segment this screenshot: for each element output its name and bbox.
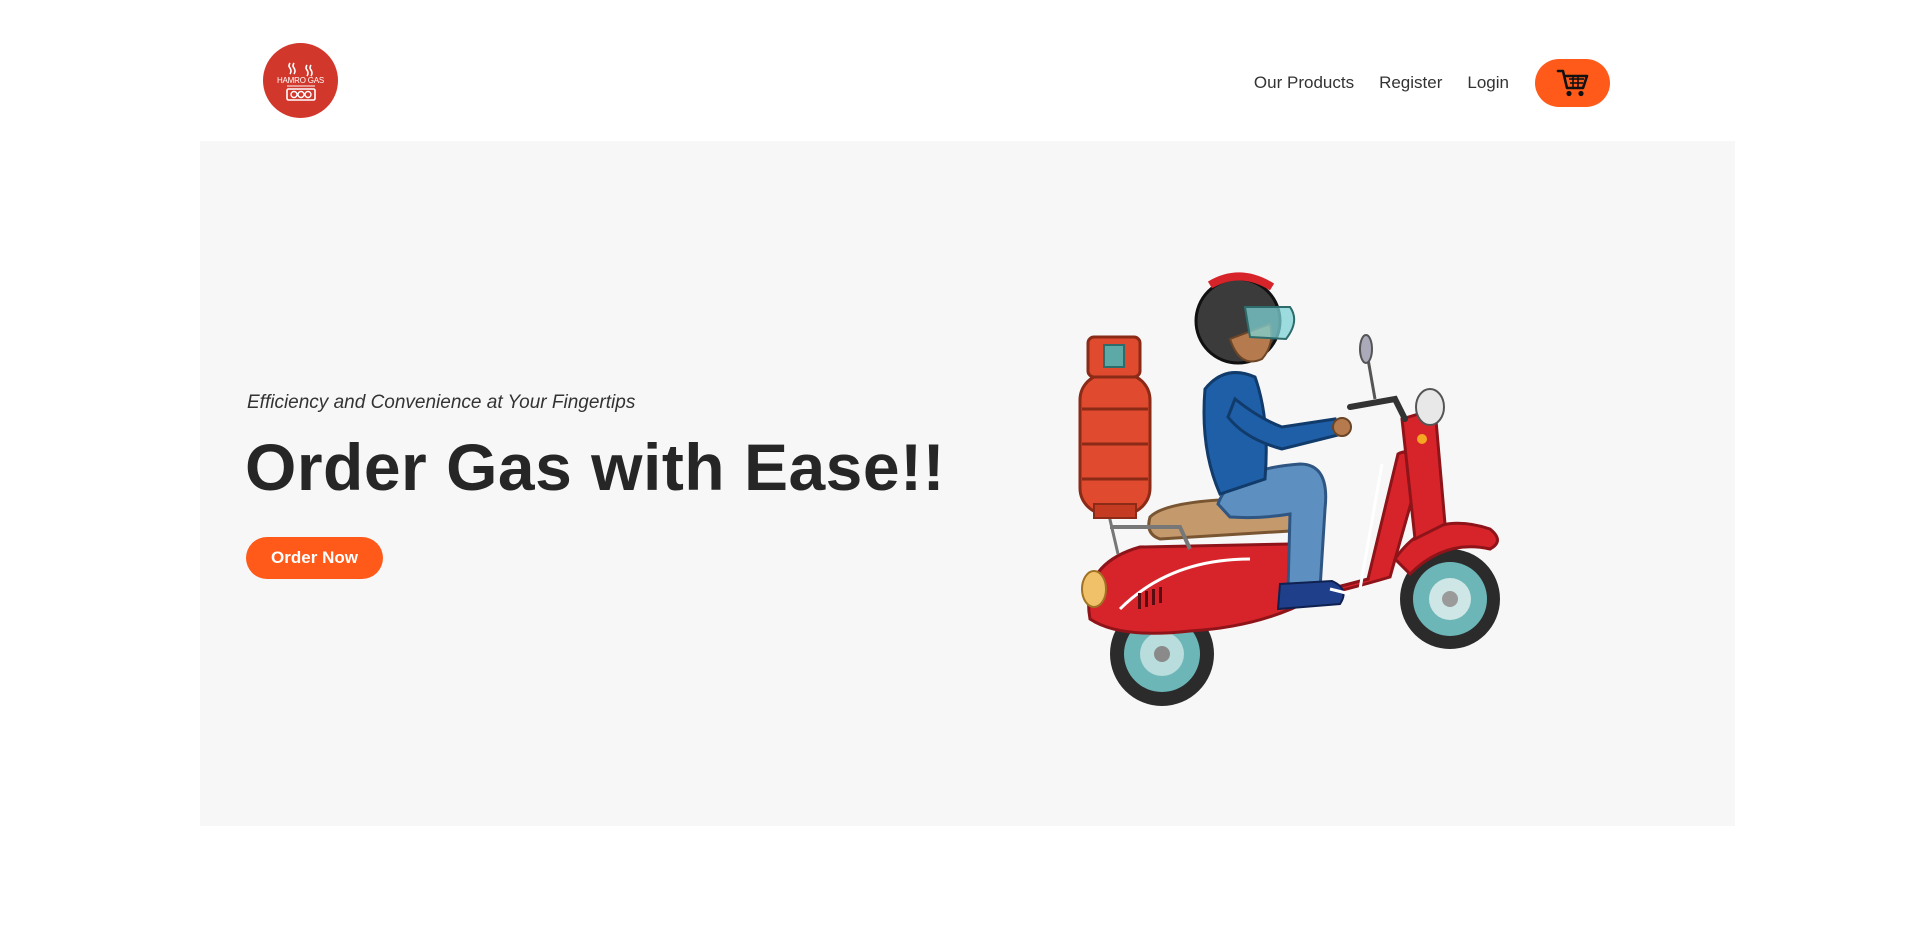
main-nav: Our Products Register Login <box>1229 59 1610 107</box>
hero-tagline: Efficiency and Convenience at Your Finge… <box>247 392 636 413</box>
brand-logo[interactable]: HAMRO GAS <box>263 43 338 118</box>
nav-login-link[interactable]: Login <box>1467 73 1509 93</box>
shopping-cart-icon <box>1556 69 1588 97</box>
nav-register-link[interactable]: Register <box>1379 73 1442 93</box>
delivery-scooter-illustration <box>1078 272 1500 706</box>
site-header: HAMRO GAS Our Products Register Login <box>0 0 1920 140</box>
cart-button[interactable] <box>1535 59 1610 107</box>
gas-cylinder <box>1078 335 1152 519</box>
order-now-button[interactable]: Order Now <box>246 537 383 579</box>
hero-headline: Order Gas with Ease!! <box>245 430 946 504</box>
logo-text: HAMRO GAS <box>276 76 325 85</box>
nav-our-products-link[interactable]: Our Products <box>1254 73 1354 93</box>
rider-helmet <box>1194 272 1296 365</box>
hero-section: Efficiency and Convenience at Your Finge… <box>200 141 1735 826</box>
